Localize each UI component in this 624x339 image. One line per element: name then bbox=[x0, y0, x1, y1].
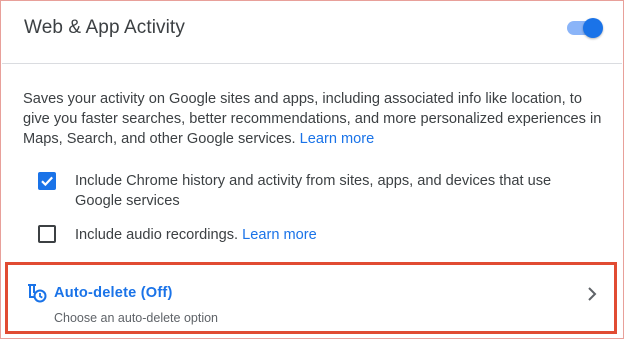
page-title: Web & App Activity bbox=[24, 17, 185, 38]
audio-recordings-label: Include audio recordings. bbox=[75, 227, 239, 243]
learn-more-link[interactable]: Learn more bbox=[300, 131, 375, 147]
chevron-right-icon bbox=[588, 287, 597, 301]
activity-toggle[interactable] bbox=[565, 16, 603, 40]
audio-recordings-checkbox[interactable] bbox=[38, 225, 56, 243]
activity-card: Web & App Activity Saves your activity o… bbox=[0, 0, 624, 339]
audio-recordings-label-wrap: Include audio recordings. Learn more bbox=[75, 225, 317, 245]
audio-learn-more-link[interactable]: Learn more bbox=[242, 227, 317, 243]
description: Saves your activity on Google sites and … bbox=[23, 89, 605, 149]
toggle-thumb bbox=[583, 18, 603, 38]
checkmark-icon bbox=[41, 176, 53, 187]
auto-delete-icon bbox=[28, 284, 47, 303]
auto-delete-subtitle: Choose an auto-delete option bbox=[54, 311, 219, 325]
chrome-history-label: Include Chrome history and activity from… bbox=[75, 173, 552, 209]
chrome-history-checkbox[interactable] bbox=[38, 172, 56, 190]
auto-delete-title: Auto-delete (Off) bbox=[54, 285, 173, 301]
auto-delete-row[interactable]: Auto-delete (Off) Choose an auto-delete … bbox=[5, 262, 617, 334]
card-header: Web & App Activity bbox=[2, 2, 622, 64]
